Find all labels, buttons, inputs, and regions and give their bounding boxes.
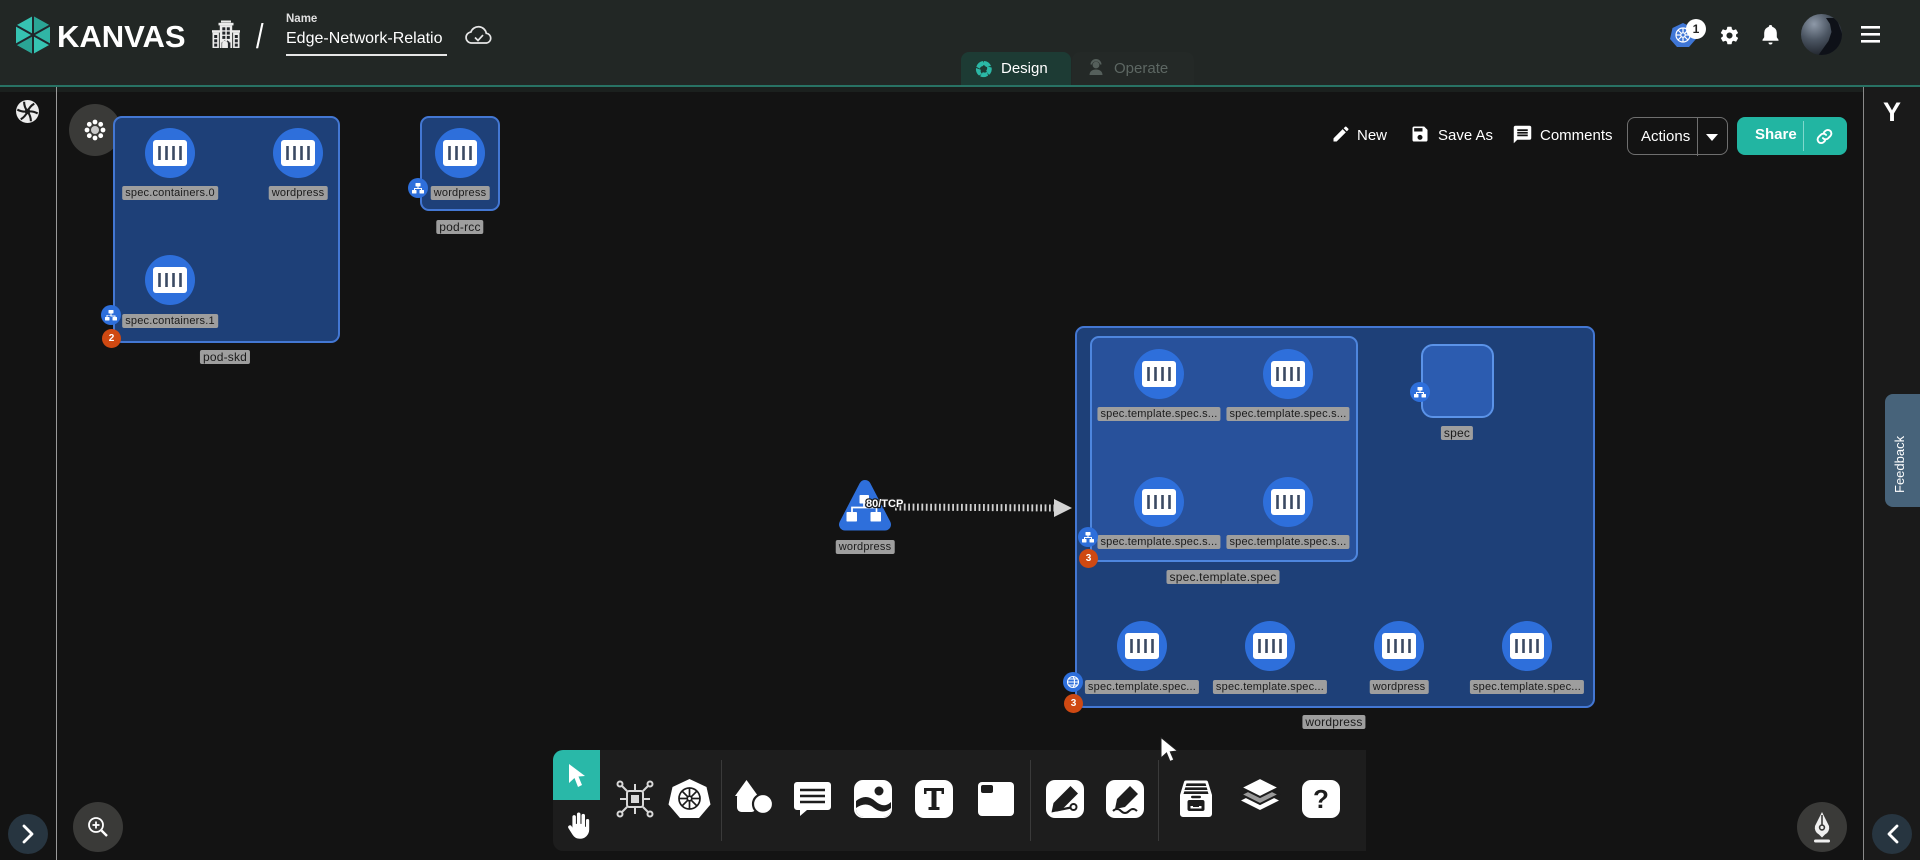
svg-text:?: ? [1313, 784, 1329, 814]
svg-text:80/TCP: 80/TCP [866, 498, 903, 510]
